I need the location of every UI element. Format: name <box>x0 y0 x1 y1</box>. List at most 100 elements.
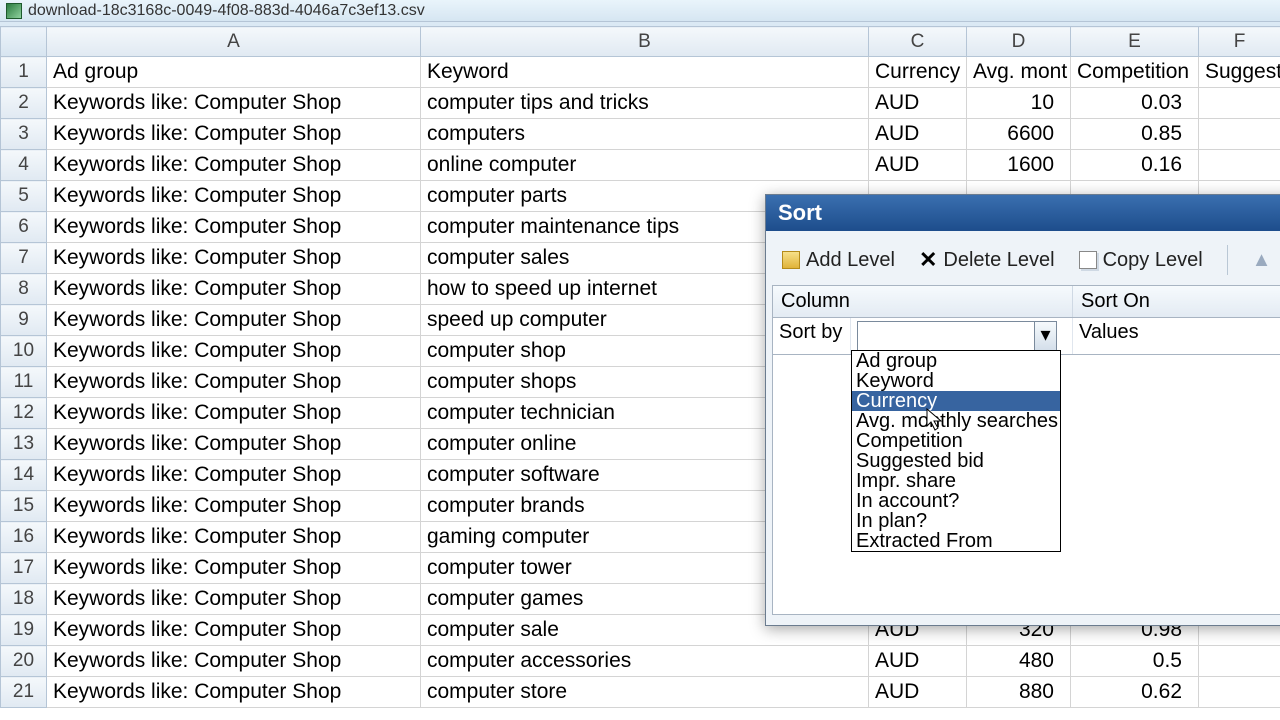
row-header[interactable]: 15 <box>1 491 47 522</box>
cell[interactable] <box>1199 88 1280 119</box>
column-header-E[interactable]: E <box>1071 27 1199 57</box>
cell[interactable]: Avg. mont <box>967 57 1071 88</box>
row-header[interactable]: 2 <box>1 88 47 119</box>
row-header[interactable]: 16 <box>1 522 47 553</box>
dropdown-item[interactable]: In account? <box>852 491 1060 511</box>
dropdown-item[interactable]: Suggested bid <box>852 451 1060 471</box>
table-row[interactable]: 1Ad groupKeywordCurrencyAvg. montCompeti… <box>1 57 1280 88</box>
column-header-B[interactable]: B <box>421 27 869 57</box>
cell[interactable]: computer accessories <box>421 646 869 677</box>
cell[interactable] <box>1199 646 1280 677</box>
cell[interactable]: Keywords like: Computer Shop <box>47 212 421 243</box>
cell[interactable]: computer tips and tricks <box>421 88 869 119</box>
dropdown-item[interactable]: Impr. share <box>852 471 1060 491</box>
dropdown-item[interactable]: Currency <box>852 391 1060 411</box>
cell[interactable]: Keywords like: Computer Shop <box>47 305 421 336</box>
row-header[interactable]: 3 <box>1 119 47 150</box>
table-row[interactable]: 4Keywords like: Computer Shoponline comp… <box>1 150 1280 181</box>
sortby-combobox[interactable]: ▾ <box>857 321 1057 351</box>
row-header[interactable]: 20 <box>1 646 47 677</box>
column-header-F[interactable]: F <box>1199 27 1280 57</box>
move-buttons[interactable]: ▲ <box>1252 249 1272 272</box>
cell[interactable]: Keywords like: Computer Shop <box>47 150 421 181</box>
select-all-corner[interactable] <box>1 27 47 57</box>
cell[interactable]: 480 <box>967 646 1071 677</box>
dropdown-item[interactable]: Keyword <box>852 371 1060 391</box>
cell[interactable]: Keywords like: Computer Shop <box>47 336 421 367</box>
row-header[interactable]: 17 <box>1 553 47 584</box>
table-row[interactable]: 21Keywords like: Computer Shopcomputer s… <box>1 677 1280 708</box>
cell[interactable]: Keywords like: Computer Shop <box>47 181 421 212</box>
sortby-dropdown-list[interactable]: Ad groupKeywordCurrencyAvg. monthly sear… <box>851 350 1061 552</box>
column-header-C[interactable]: C <box>869 27 967 57</box>
row-header[interactable]: 10 <box>1 336 47 367</box>
cell[interactable]: Keywords like: Computer Shop <box>47 646 421 677</box>
dropdown-item[interactable]: Avg. monthly searches <box>852 411 1060 431</box>
sorton-value[interactable]: Values <box>1073 318 1280 354</box>
add-level-button[interactable]: Add Level <box>782 249 895 272</box>
cell[interactable]: 0.5 <box>1071 646 1199 677</box>
row-header[interactable]: 21 <box>1 677 47 708</box>
cell[interactable]: Keywords like: Computer Shop <box>47 491 421 522</box>
row-header[interactable]: 8 <box>1 274 47 305</box>
table-row[interactable]: 2Keywords like: Computer Shopcomputer ti… <box>1 88 1280 119</box>
cell[interactable]: Keywords like: Computer Shop <box>47 243 421 274</box>
row-header[interactable]: 19 <box>1 615 47 646</box>
cell[interactable]: AUD <box>869 150 967 181</box>
cell[interactable]: 1600 <box>967 150 1071 181</box>
cell[interactable]: Keywords like: Computer Shop <box>47 553 421 584</box>
cell[interactable]: Keywords like: Computer Shop <box>47 119 421 150</box>
cell[interactable]: Competition <box>1071 57 1199 88</box>
row-header[interactable]: 11 <box>1 367 47 398</box>
row-header[interactable]: 4 <box>1 150 47 181</box>
cell[interactable]: 6600 <box>967 119 1071 150</box>
cell[interactable]: Keywords like: Computer Shop <box>47 460 421 491</box>
column-header-D[interactable]: D <box>967 27 1071 57</box>
cell[interactable]: 880 <box>967 677 1071 708</box>
dropdown-item[interactable]: Competition <box>852 431 1060 451</box>
cell[interactable]: Ad group <box>47 57 421 88</box>
cell[interactable]: 10 <box>967 88 1071 119</box>
cell[interactable] <box>1199 677 1280 708</box>
cell[interactable]: AUD <box>869 677 967 708</box>
column-header-A[interactable]: A <box>47 27 421 57</box>
cell[interactable]: Suggest <box>1199 57 1280 88</box>
dropdown-item[interactable]: Ad group <box>852 351 1060 371</box>
copy-level-button[interactable]: Copy Level <box>1079 249 1203 272</box>
cell[interactable]: online computer <box>421 150 869 181</box>
cell[interactable]: AUD <box>869 646 967 677</box>
cell[interactable]: 0.16 <box>1071 150 1199 181</box>
cell[interactable] <box>1199 119 1280 150</box>
cell[interactable]: Keywords like: Computer Shop <box>47 398 421 429</box>
cell[interactable]: Keywords like: Computer Shop <box>47 522 421 553</box>
table-row[interactable]: 3Keywords like: Computer ShopcomputersAU… <box>1 119 1280 150</box>
row-header[interactable]: 5 <box>1 181 47 212</box>
cell[interactable]: Keywords like: Computer Shop <box>47 429 421 460</box>
row-header[interactable]: 14 <box>1 460 47 491</box>
cell[interactable] <box>1199 150 1280 181</box>
cell[interactable]: 0.62 <box>1071 677 1199 708</box>
dropdown-item[interactable]: In plan? <box>852 511 1060 531</box>
cell[interactable]: AUD <box>869 119 967 150</box>
cell[interactable]: computer store <box>421 677 869 708</box>
cell[interactable]: Keywords like: Computer Shop <box>47 677 421 708</box>
dropdown-item[interactable]: Extracted From <box>852 531 1060 551</box>
cell[interactable]: 0.85 <box>1071 119 1199 150</box>
table-row[interactable]: 20Keywords like: Computer Shopcomputer a… <box>1 646 1280 677</box>
cell[interactable]: Keywords like: Computer Shop <box>47 88 421 119</box>
cell[interactable]: Keyword <box>421 57 869 88</box>
cell[interactable]: Keywords like: Computer Shop <box>47 274 421 305</box>
cell[interactable]: Keywords like: Computer Shop <box>47 367 421 398</box>
row-header[interactable]: 7 <box>1 243 47 274</box>
row-header[interactable]: 18 <box>1 584 47 615</box>
row-header[interactable]: 9 <box>1 305 47 336</box>
cell[interactable]: Keywords like: Computer Shop <box>47 584 421 615</box>
row-header[interactable]: 13 <box>1 429 47 460</box>
delete-level-button[interactable]: ✕ Delete Level <box>919 249 1055 272</box>
row-header[interactable]: 1 <box>1 57 47 88</box>
cell[interactable]: AUD <box>869 88 967 119</box>
cell[interactable]: Keywords like: Computer Shop <box>47 615 421 646</box>
cell[interactable]: computers <box>421 119 869 150</box>
row-header[interactable]: 6 <box>1 212 47 243</box>
row-header[interactable]: 12 <box>1 398 47 429</box>
